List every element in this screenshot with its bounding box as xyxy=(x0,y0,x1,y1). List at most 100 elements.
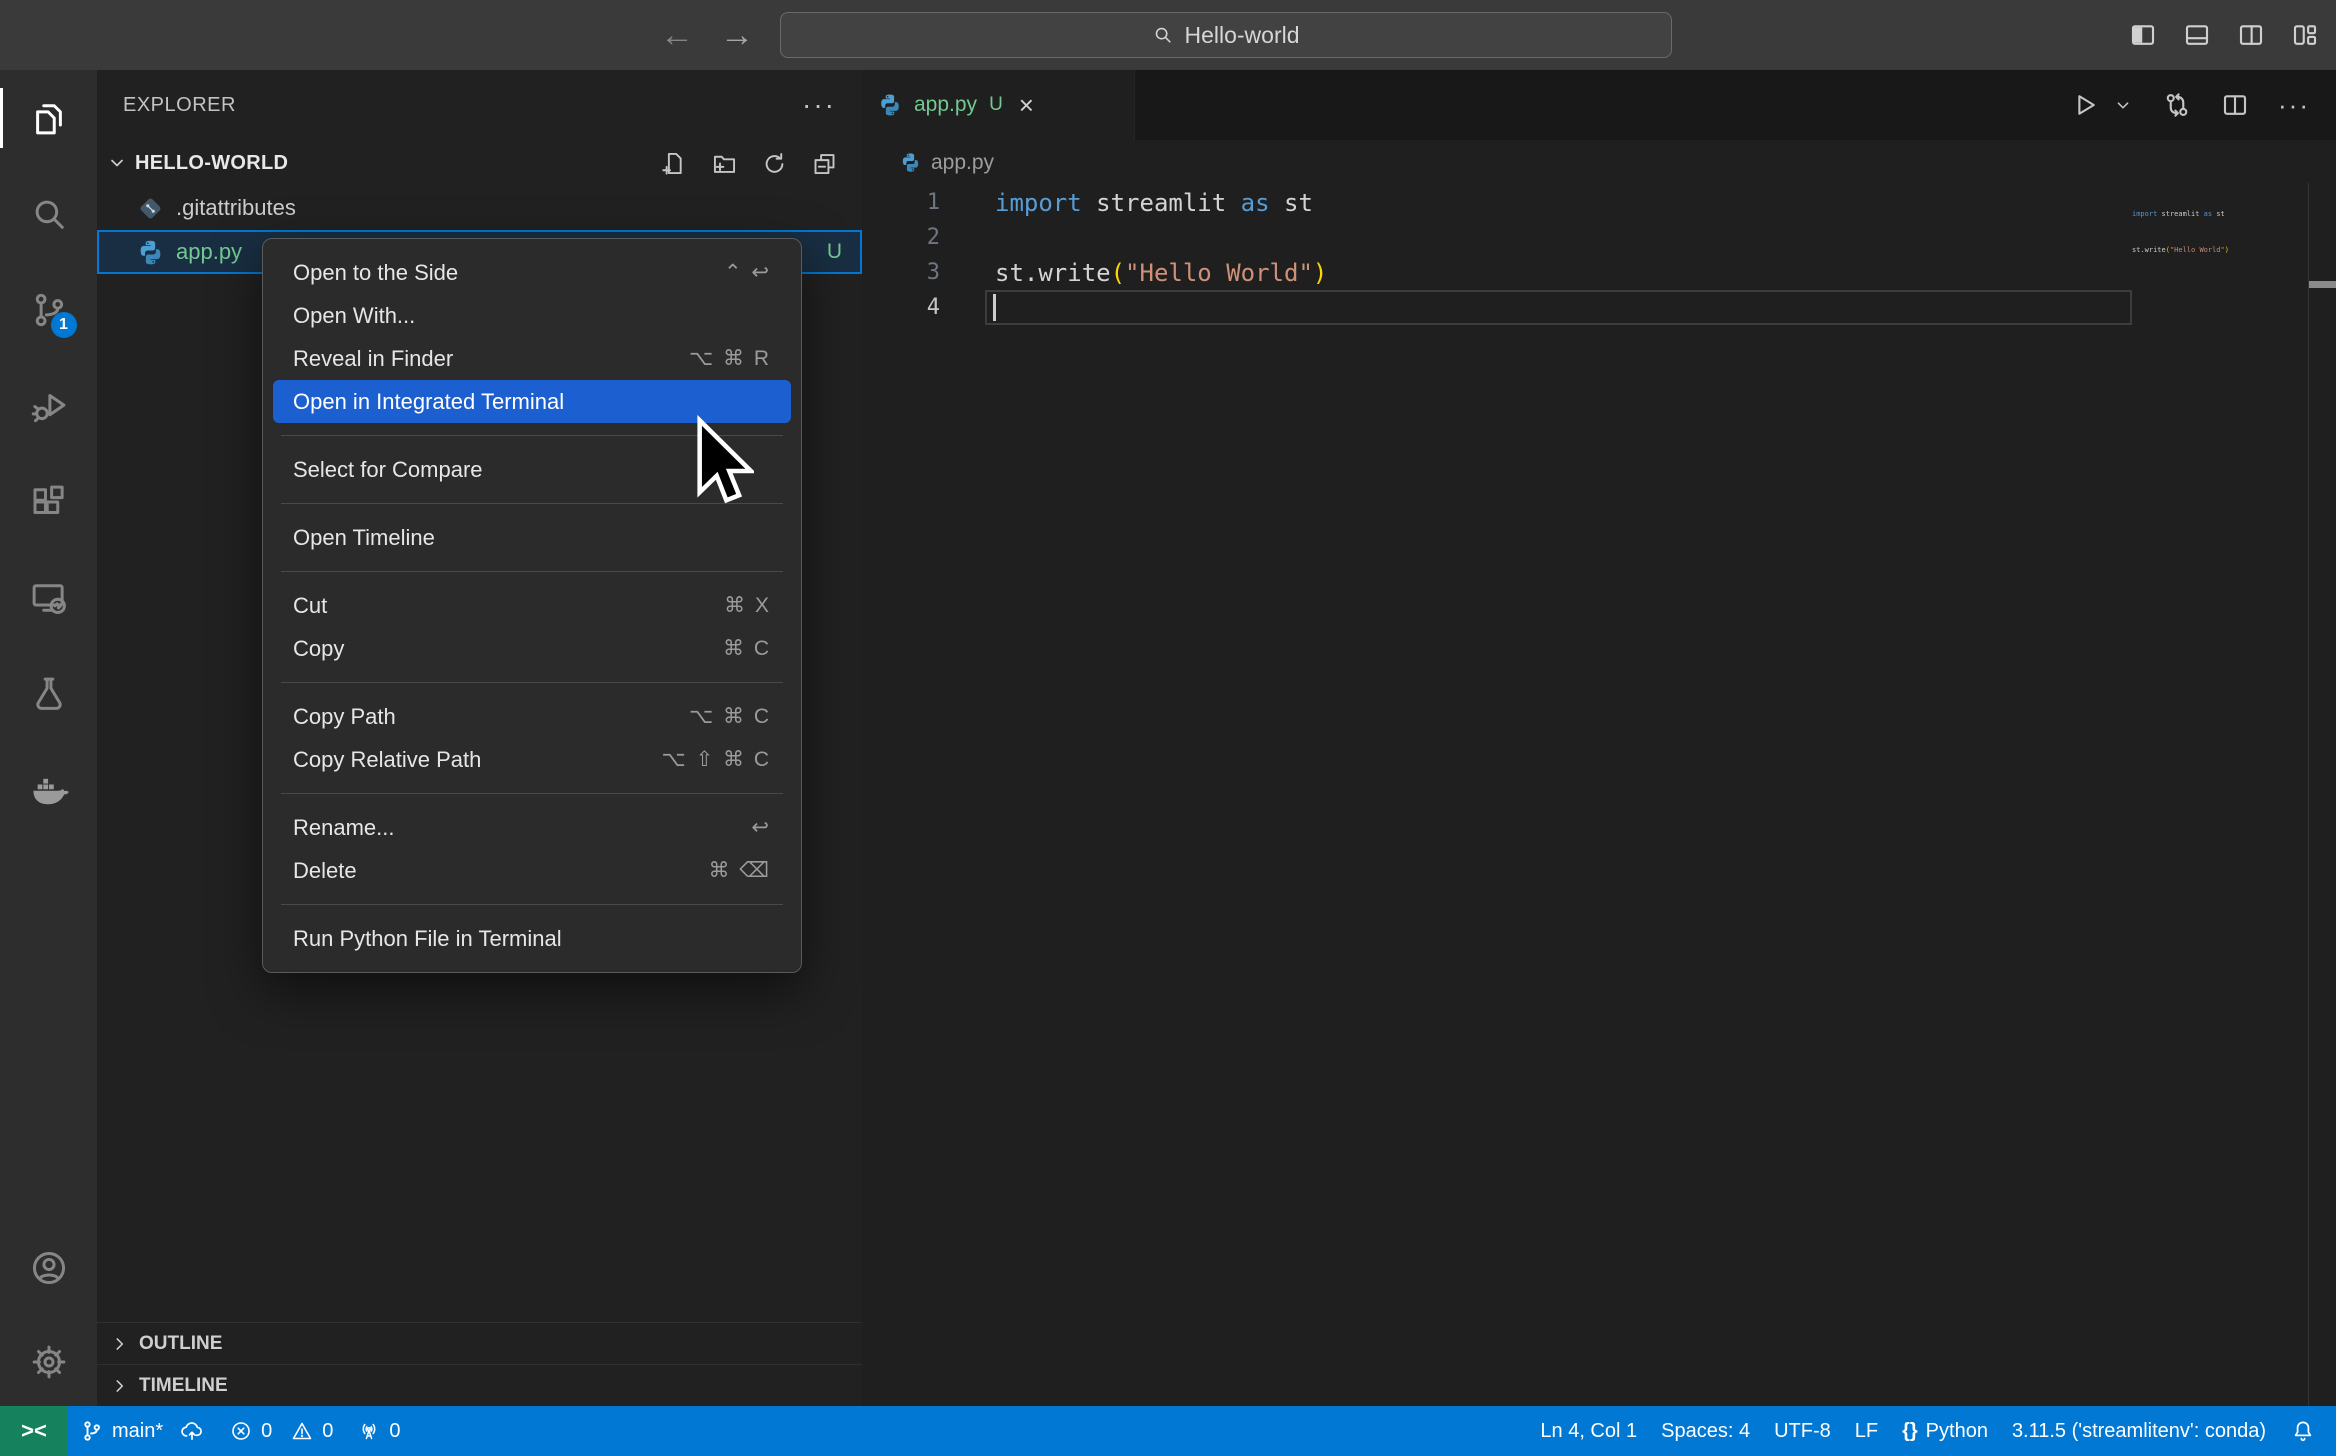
toggle-sidebar-icon[interactable] xyxy=(2128,20,2158,50)
menu-item-delete[interactable]: Delete⌘ ⌫ xyxy=(273,849,791,892)
menu-item-copy-relative-path[interactable]: Copy Relative Path⌥ ⇧ ⌘ C xyxy=(273,738,791,781)
cursor-position-item[interactable]: Ln 4, Col 1 xyxy=(1528,1420,1649,1443)
command-center-search[interactable]: Hello-world xyxy=(780,12,1672,58)
activity-explorer-button[interactable] xyxy=(19,88,79,148)
close-tab-icon[interactable]: × xyxy=(1019,90,1034,121)
activity-testing-button[interactable] xyxy=(19,664,79,724)
bell-icon xyxy=(2290,1418,2316,1444)
menu-item-open-with[interactable]: Open With... xyxy=(273,294,791,337)
accounts-button[interactable] xyxy=(19,1238,79,1298)
encoding-item[interactable]: UTF-8 xyxy=(1762,1420,1843,1443)
file-row-gitattributes[interactable]: .gitattributes xyxy=(97,186,862,230)
branch-icon xyxy=(80,1419,104,1443)
remote-explorer-icon xyxy=(28,577,70,619)
toggle-panel-icon[interactable] xyxy=(2182,20,2212,50)
menu-item-copy[interactable]: Copy⌘ C xyxy=(273,627,791,670)
menu-item-run-python-file-in-terminal[interactable]: Run Python File in Terminal xyxy=(273,917,791,960)
file-name: app.py xyxy=(176,239,242,265)
scrollbar-track[interactable] xyxy=(2308,183,2336,1406)
explorer-more-actions-icon[interactable]: ··· xyxy=(802,89,836,121)
line-number: 4 xyxy=(862,295,940,320)
git-branch-item[interactable]: main* xyxy=(68,1418,217,1444)
activity-source-control-button[interactable]: 1 xyxy=(19,280,79,340)
status-bar: >< main* 0 0 0 Ln 4, Col 1 Spaces: 4 UTF… xyxy=(0,1406,2336,1456)
code-line: 3 st.write("Hello World") xyxy=(862,255,2336,290)
title-bar: ← → Hello-world xyxy=(0,0,2336,70)
radio-tower-icon xyxy=(357,1419,381,1443)
ports-item[interactable]: 0 xyxy=(345,1419,412,1443)
folder-name: HELLO-WORLD xyxy=(135,152,288,175)
docker-icon xyxy=(27,768,71,812)
menu-item-rename[interactable]: Rename...↩ xyxy=(273,806,791,849)
open-changes-icon[interactable] xyxy=(2162,90,2192,120)
extensions-icon xyxy=(28,481,70,523)
notifications-bell[interactable] xyxy=(2278,1418,2328,1444)
settings-button[interactable] xyxy=(19,1332,79,1392)
search-icon xyxy=(28,193,70,235)
editor-group: app.py U × ··· app.py 1 xyxy=(862,70,2336,1406)
run-dropdown-icon[interactable] xyxy=(2112,94,2134,116)
warnings-icon xyxy=(290,1419,314,1443)
customize-layout-icon[interactable] xyxy=(2290,20,2320,50)
publish-cloud-icon xyxy=(179,1418,205,1444)
menu-item-cut[interactable]: Cut⌘ X xyxy=(273,584,791,627)
line-number: 1 xyxy=(862,190,940,215)
menu-item-reveal-in-finder[interactable]: Reveal in Finder⌥ ⌘ R xyxy=(273,337,791,380)
braces-icon: {} xyxy=(1902,1420,1918,1443)
problems-item[interactable]: 0 0 xyxy=(217,1419,345,1443)
folder-section-hello-world[interactable]: HELLO-WORLD xyxy=(97,140,862,186)
error-count: 0 xyxy=(261,1420,272,1443)
new-file-icon[interactable] xyxy=(661,150,688,177)
activity-run-debug-button[interactable] xyxy=(19,376,79,436)
chevron-right-icon xyxy=(109,1333,131,1355)
files-icon xyxy=(28,97,70,139)
remote-indicator[interactable]: >< xyxy=(0,1406,68,1456)
nav-back-icon[interactable]: ← xyxy=(660,16,694,55)
language-name: Python xyxy=(1926,1420,1988,1443)
tab-app-py[interactable]: app.py U × xyxy=(862,70,1135,140)
mouse-cursor xyxy=(688,415,754,511)
ports-count: 0 xyxy=(389,1420,400,1443)
refresh-icon[interactable] xyxy=(761,150,788,177)
run-python-file-button[interactable] xyxy=(2070,90,2100,120)
line-number: 2 xyxy=(862,225,940,250)
overview-ruler-cursor-marker xyxy=(2309,281,2336,288)
menu-separator xyxy=(281,682,783,683)
split-editor-icon[interactable] xyxy=(2220,90,2250,120)
activity-bar: 1 xyxy=(0,70,97,1406)
toggle-secondary-sidebar-icon[interactable] xyxy=(2236,20,2266,50)
timeline-label: TIMELINE xyxy=(139,1375,228,1397)
outline-section-header[interactable]: OUTLINE xyxy=(97,1322,862,1364)
indentation-item[interactable]: Spaces: 4 xyxy=(1649,1420,1762,1443)
run-debug-icon xyxy=(28,385,70,427)
new-folder-icon[interactable] xyxy=(711,150,738,177)
eol-item[interactable]: LF xyxy=(1843,1420,1890,1443)
minimap[interactable]: import streamlit as st st.write("Hello W… xyxy=(2132,184,2308,280)
menu-item-open-to-side[interactable]: Open to the Side⌃ ↩ xyxy=(273,251,791,294)
breadcrumb-item: app.py xyxy=(931,151,994,175)
activity-search-button[interactable] xyxy=(19,184,79,244)
language-mode-item[interactable]: {} Python xyxy=(1890,1420,2000,1443)
activity-remote-explorer-button[interactable] xyxy=(19,568,79,628)
activity-docker-button[interactable] xyxy=(19,760,79,820)
file-context-menu: Open to the Side⌃ ↩ Open With... Reveal … xyxy=(262,238,802,973)
git-file-icon xyxy=(137,195,164,222)
search-icon xyxy=(1152,24,1174,46)
menu-separator xyxy=(281,793,783,794)
explorer-title: EXPLORER xyxy=(123,94,236,117)
window-title: Hello-world xyxy=(1184,22,1299,49)
python-interpreter-item[interactable]: 3.11.5 ('streamlitenv': conda) xyxy=(2000,1420,2278,1443)
line-number: 3 xyxy=(862,260,940,285)
menu-item-open-timeline[interactable]: Open Timeline xyxy=(273,516,791,559)
breadcrumb[interactable]: app.py xyxy=(862,140,2336,185)
gear-icon xyxy=(28,1341,70,1383)
timeline-section-header[interactable]: TIMELINE xyxy=(97,1364,862,1406)
menu-item-copy-path[interactable]: Copy Path⌥ ⌘ C xyxy=(273,695,791,738)
editor-more-actions-icon[interactable]: ··· xyxy=(2278,90,2310,121)
file-name: .gitattributes xyxy=(176,195,296,221)
collapse-folders-icon[interactable] xyxy=(811,150,838,177)
activity-extensions-button[interactable] xyxy=(19,472,79,532)
nav-forward-icon[interactable]: → xyxy=(720,16,754,55)
branch-name: main* xyxy=(112,1420,163,1443)
python-file-icon xyxy=(878,93,902,117)
